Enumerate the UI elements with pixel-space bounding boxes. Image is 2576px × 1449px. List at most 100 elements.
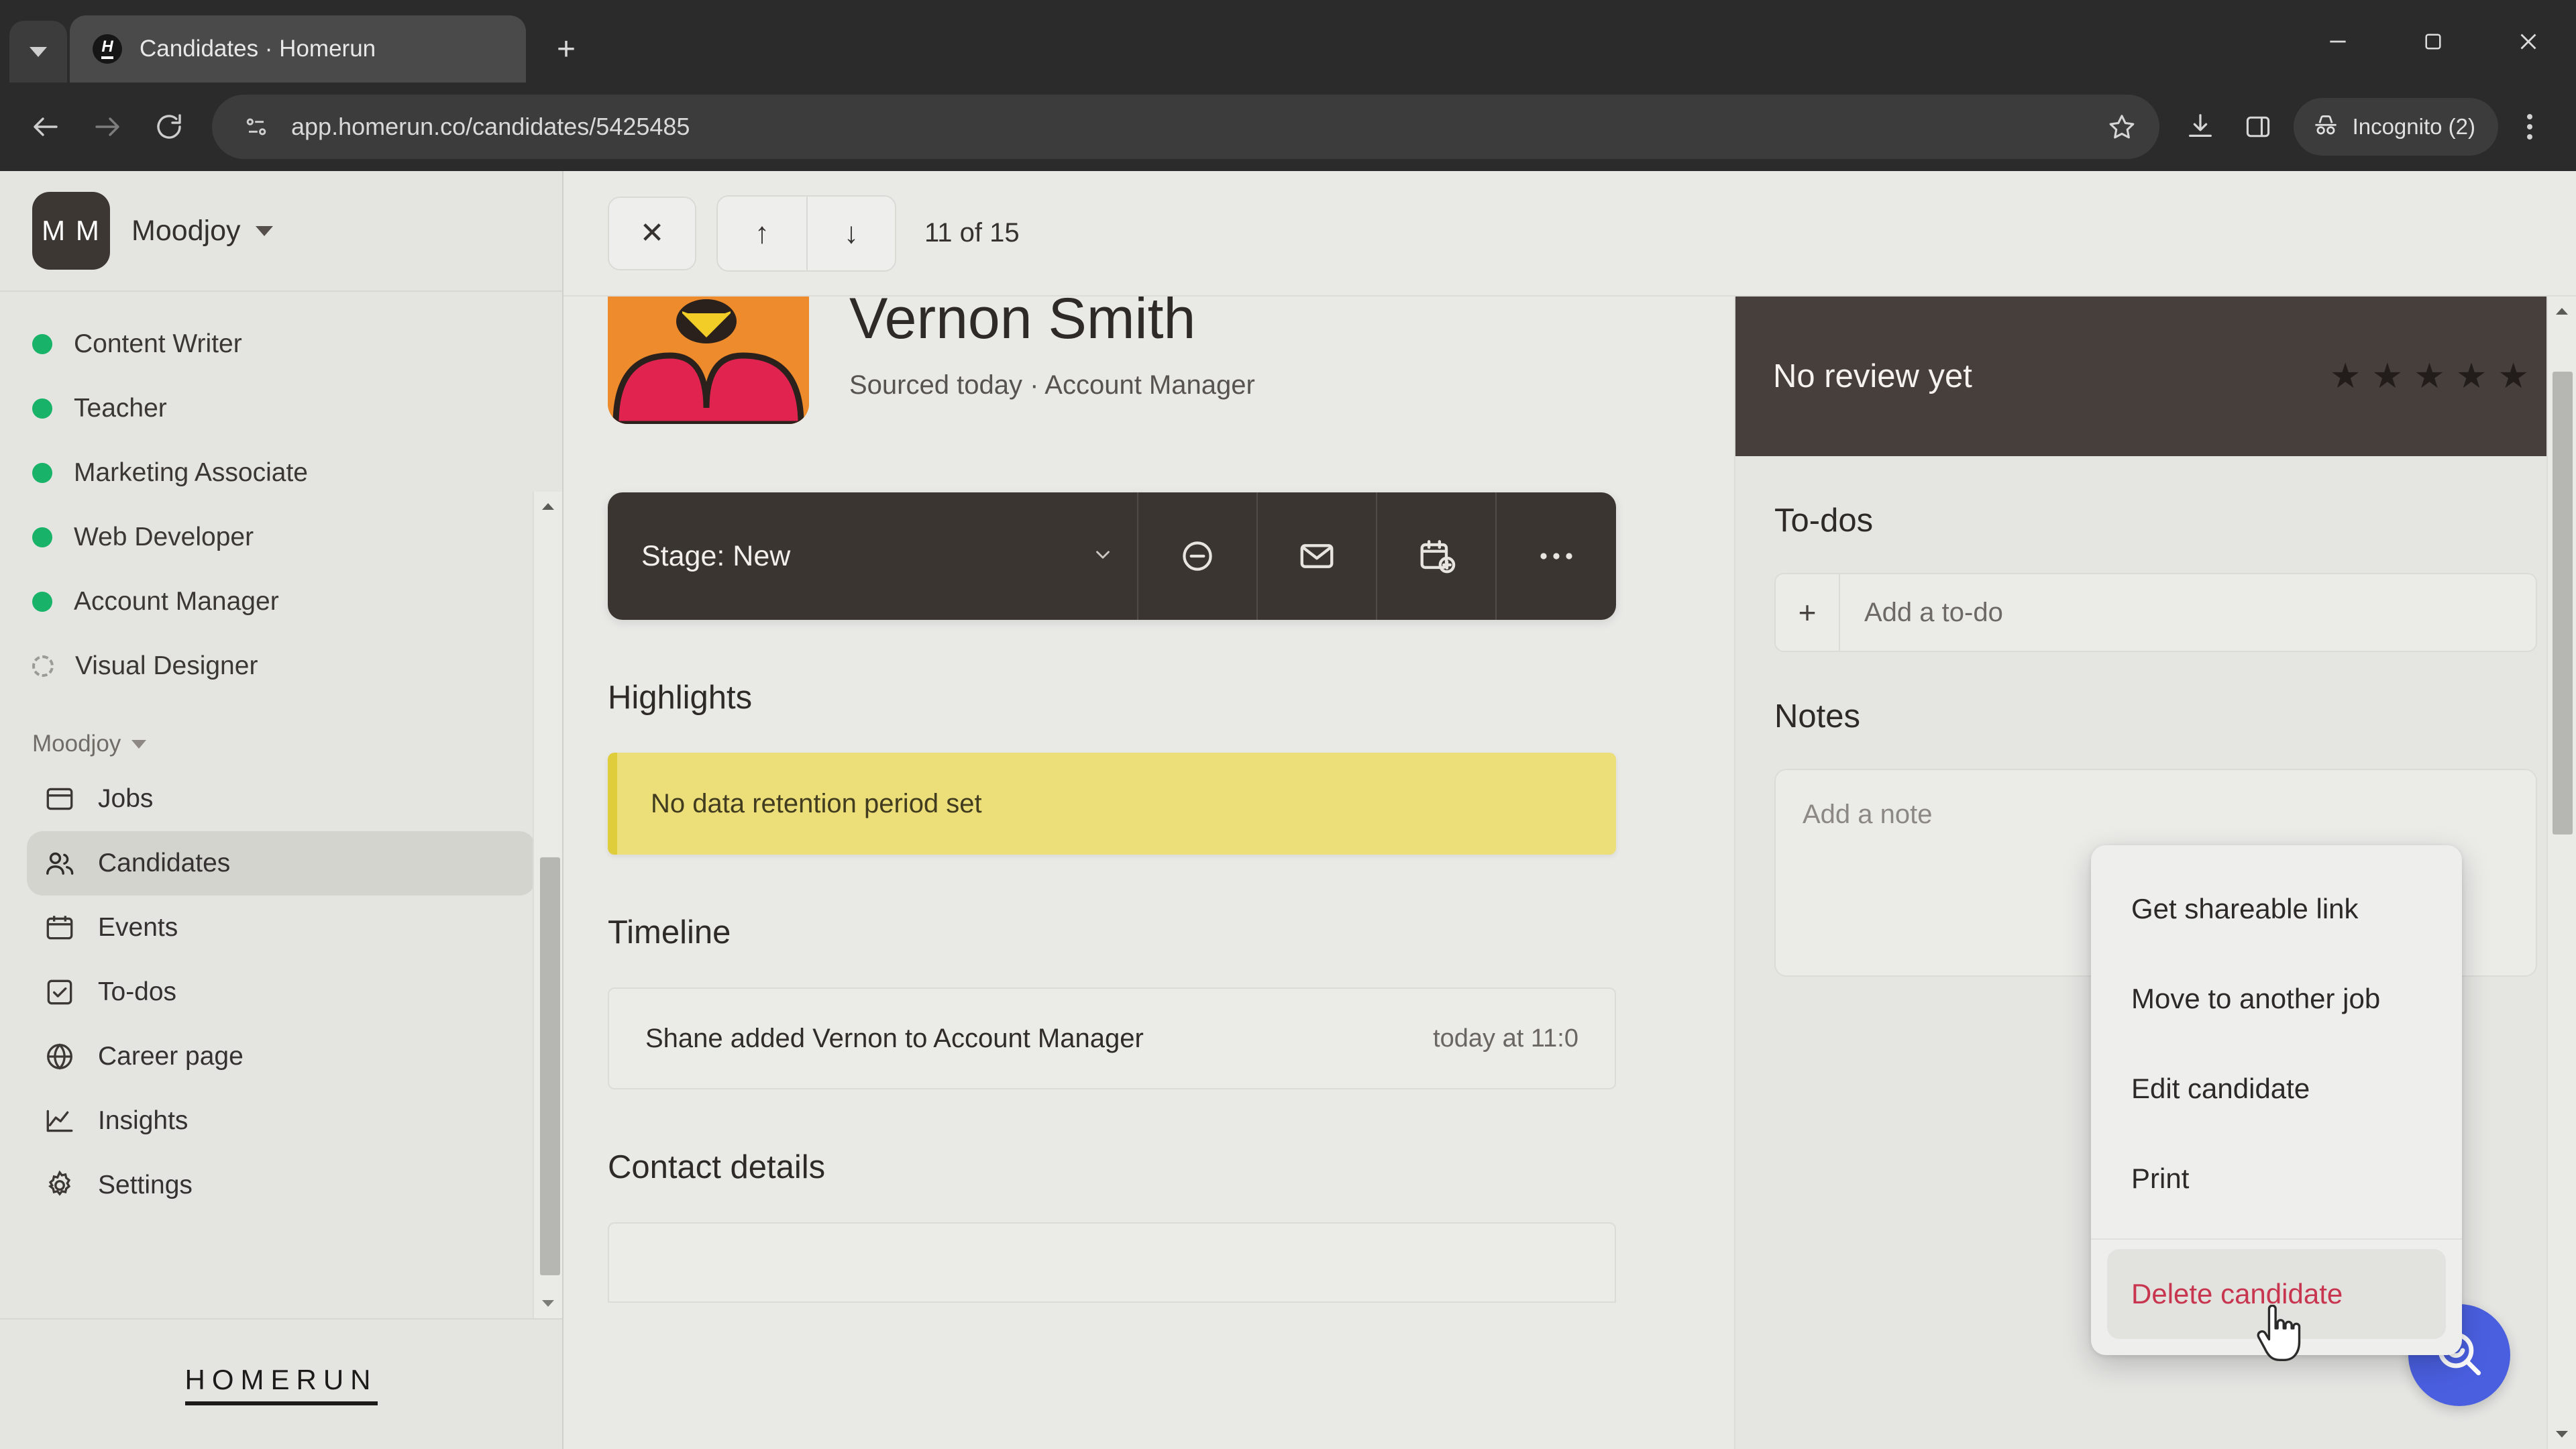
sidebar-item-candidates[interactable]: Candidates	[27, 831, 535, 896]
incognito-profile-button[interactable]: Incognito (2)	[2293, 98, 2498, 156]
avatar	[608, 297, 809, 424]
org-switcher[interactable]: M M Moodjoy	[0, 171, 562, 292]
sidebar-item-jobs[interactable]: Jobs	[27, 767, 535, 831]
star-icon[interactable]: ★	[2414, 359, 2445, 394]
sidebar-item-label: Jobs	[98, 784, 154, 813]
page-info-icon[interactable]	[232, 103, 280, 151]
sidebar-job-visual-designer[interactable]: Visual Designer	[32, 634, 562, 698]
window-controls	[2290, 0, 2576, 83]
stage-action-bar: Stage: New	[608, 492, 1616, 620]
sidebar-item-insights[interactable]: Insights	[27, 1089, 535, 1153]
menu-item-get-shareable-link[interactable]: Get shareable link	[2091, 864, 2462, 954]
email-candidate-button[interactable]	[1258, 492, 1377, 620]
chevron-down-icon	[131, 739, 147, 749]
reject-candidate-button[interactable]	[1138, 492, 1258, 620]
schedule-event-button[interactable]	[1377, 492, 1497, 620]
candidate-toolbar: ✕ ↑ ↓ 11 of 15	[564, 171, 2576, 295]
highlight-item: No data retention period set	[608, 753, 1616, 855]
minimize-icon[interactable]	[2290, 0, 2385, 83]
star-icon[interactable]: ★	[2498, 359, 2529, 394]
menu-item-print[interactable]: Print	[2091, 1134, 2462, 1224]
sidebar-job-content-writer[interactable]: Content Writer	[32, 312, 562, 376]
rating-stars[interactable]: ★ ★ ★ ★ ★	[2330, 359, 2529, 394]
back-arrow-icon[interactable]	[15, 96, 76, 158]
download-icon[interactable]	[2171, 98, 2229, 156]
close-candidate-button[interactable]: ✕	[608, 196, 696, 270]
maximize-icon[interactable]	[2385, 0, 2481, 83]
org-avatar: M M	[32, 192, 110, 270]
status-dot-icon	[32, 334, 52, 354]
stage-dropdown[interactable]: Stage: New	[608, 492, 1138, 620]
close-tab-button[interactable]	[468, 29, 508, 69]
menu-item-edit-candidate[interactable]: Edit candidate	[2091, 1044, 2462, 1134]
url-text: app.homerun.co/candidates/5425485	[291, 113, 690, 140]
sidebar-item-career-page[interactable]: Career page	[27, 1024, 535, 1089]
candidate-header: Vernon Smith Sourced today · Account Man…	[564, 297, 1734, 424]
tab-strip: H Candidates · Homerun +	[0, 0, 2576, 83]
scroll-up-arrow-icon[interactable]	[534, 492, 562, 521]
star-icon[interactable]: ★	[2456, 359, 2487, 394]
scrollbar-thumb[interactable]	[540, 857, 560, 1275]
new-tab-button[interactable]: +	[538, 21, 594, 77]
scroll-down-arrow-icon[interactable]	[2548, 1419, 2576, 1449]
main-scrollbar[interactable]	[2546, 297, 2576, 1449]
highlights-heading: Highlights	[608, 680, 753, 716]
workspace-label: Moodjoy	[32, 731, 121, 757]
scroll-up-arrow-icon[interactable]	[2548, 297, 2576, 326]
candidate-actions-menu: Get shareable link Move to another job E…	[2091, 845, 2462, 1355]
notes-heading: Notes	[1774, 698, 1861, 735]
profile-label: Incognito (2)	[2352, 114, 2475, 139]
contact-details-card	[608, 1222, 1616, 1303]
todos-heading: To-dos	[1774, 502, 1874, 539]
menu-item-move-to-another-job[interactable]: Move to another job	[2091, 954, 2462, 1044]
forward-arrow-icon[interactable]	[76, 96, 138, 158]
sidebar-item-label: Events	[98, 913, 178, 942]
chart-icon	[42, 1103, 78, 1139]
org-name: Moodjoy	[131, 214, 241, 247]
sidebar-item-label: Settings	[98, 1171, 193, 1199]
next-candidate-button[interactable]: ↓	[806, 196, 895, 270]
review-status-text: No review yet	[1773, 358, 1972, 394]
workspace-switcher[interactable]: Moodjoy	[0, 731, 562, 757]
reload-icon[interactable]	[138, 96, 200, 158]
sidebar-scrollbar[interactable]	[533, 492, 562, 1318]
sidebar-job-marketing-associate[interactable]: Marketing Associate	[32, 441, 562, 505]
chevron-down-icon	[255, 225, 273, 236]
add-todo-input[interactable]: + Add a to-do	[1774, 573, 2537, 652]
tab-search-button[interactable]	[9, 21, 67, 83]
sidebar-item-settings[interactable]: Settings	[27, 1153, 535, 1218]
job-label: Web Developer	[74, 523, 254, 551]
three-dot-menu-icon[interactable]	[2504, 98, 2556, 156]
sidebar-job-account-manager[interactable]: Account Manager	[32, 570, 562, 634]
status-dot-icon	[32, 592, 52, 612]
star-icon[interactable]: ★	[2330, 359, 2361, 394]
sidebar-item-label: Career page	[98, 1042, 244, 1071]
tab-title: Candidates · Homerun	[140, 36, 376, 62]
contact-details-heading: Contact details	[608, 1149, 826, 1185]
address-bar[interactable]: app.homerun.co/candidates/5425485	[212, 95, 2159, 159]
sidebar: M M Moodjoy Content Writer Teacher Marke…	[0, 171, 564, 1449]
sidebar-item-events[interactable]: Events	[27, 896, 535, 960]
previous-candidate-button[interactable]: ↑	[718, 197, 806, 270]
scrollbar-thumb[interactable]	[2553, 372, 2573, 835]
candidate-counter: 11 of 15	[924, 218, 1020, 248]
sidebar-item-to-dos[interactable]: To-dos	[27, 960, 535, 1024]
review-banner: No review yet ★ ★ ★ ★ ★	[1735, 297, 2576, 456]
candidate-subtitle: Sourced today · Account Manager	[849, 370, 1255, 400]
job-label: Visual Designer	[75, 651, 258, 680]
scroll-down-arrow-icon[interactable]	[534, 1289, 562, 1318]
close-window-icon[interactable]	[2481, 0, 2576, 83]
main-area: ✕ ↑ ↓ 11 of 15 Vernon Smith Sourced toda…	[564, 171, 2576, 1449]
job-label: Content Writer	[74, 329, 242, 358]
side-panel-icon[interactable]	[2229, 98, 2287, 156]
status-dot-icon	[32, 398, 52, 419]
timeline-entry-text: Shane added Vernon to Account Manager	[645, 1023, 1144, 1053]
sidebar-job-web-developer[interactable]: Web Developer	[32, 505, 562, 570]
star-icon[interactable]	[2098, 103, 2146, 151]
sidebar-job-teacher[interactable]: Teacher	[32, 376, 562, 441]
more-actions-button[interactable]	[1497, 492, 1616, 620]
homerun-logo: HOMERUN	[184, 1364, 378, 1405]
browser-toolbar: app.homerun.co/candidates/5425485 Incogn…	[0, 83, 2576, 171]
browser-tab[interactable]: H Candidates · Homerun	[70, 15, 526, 83]
star-icon[interactable]: ★	[2372, 359, 2404, 394]
